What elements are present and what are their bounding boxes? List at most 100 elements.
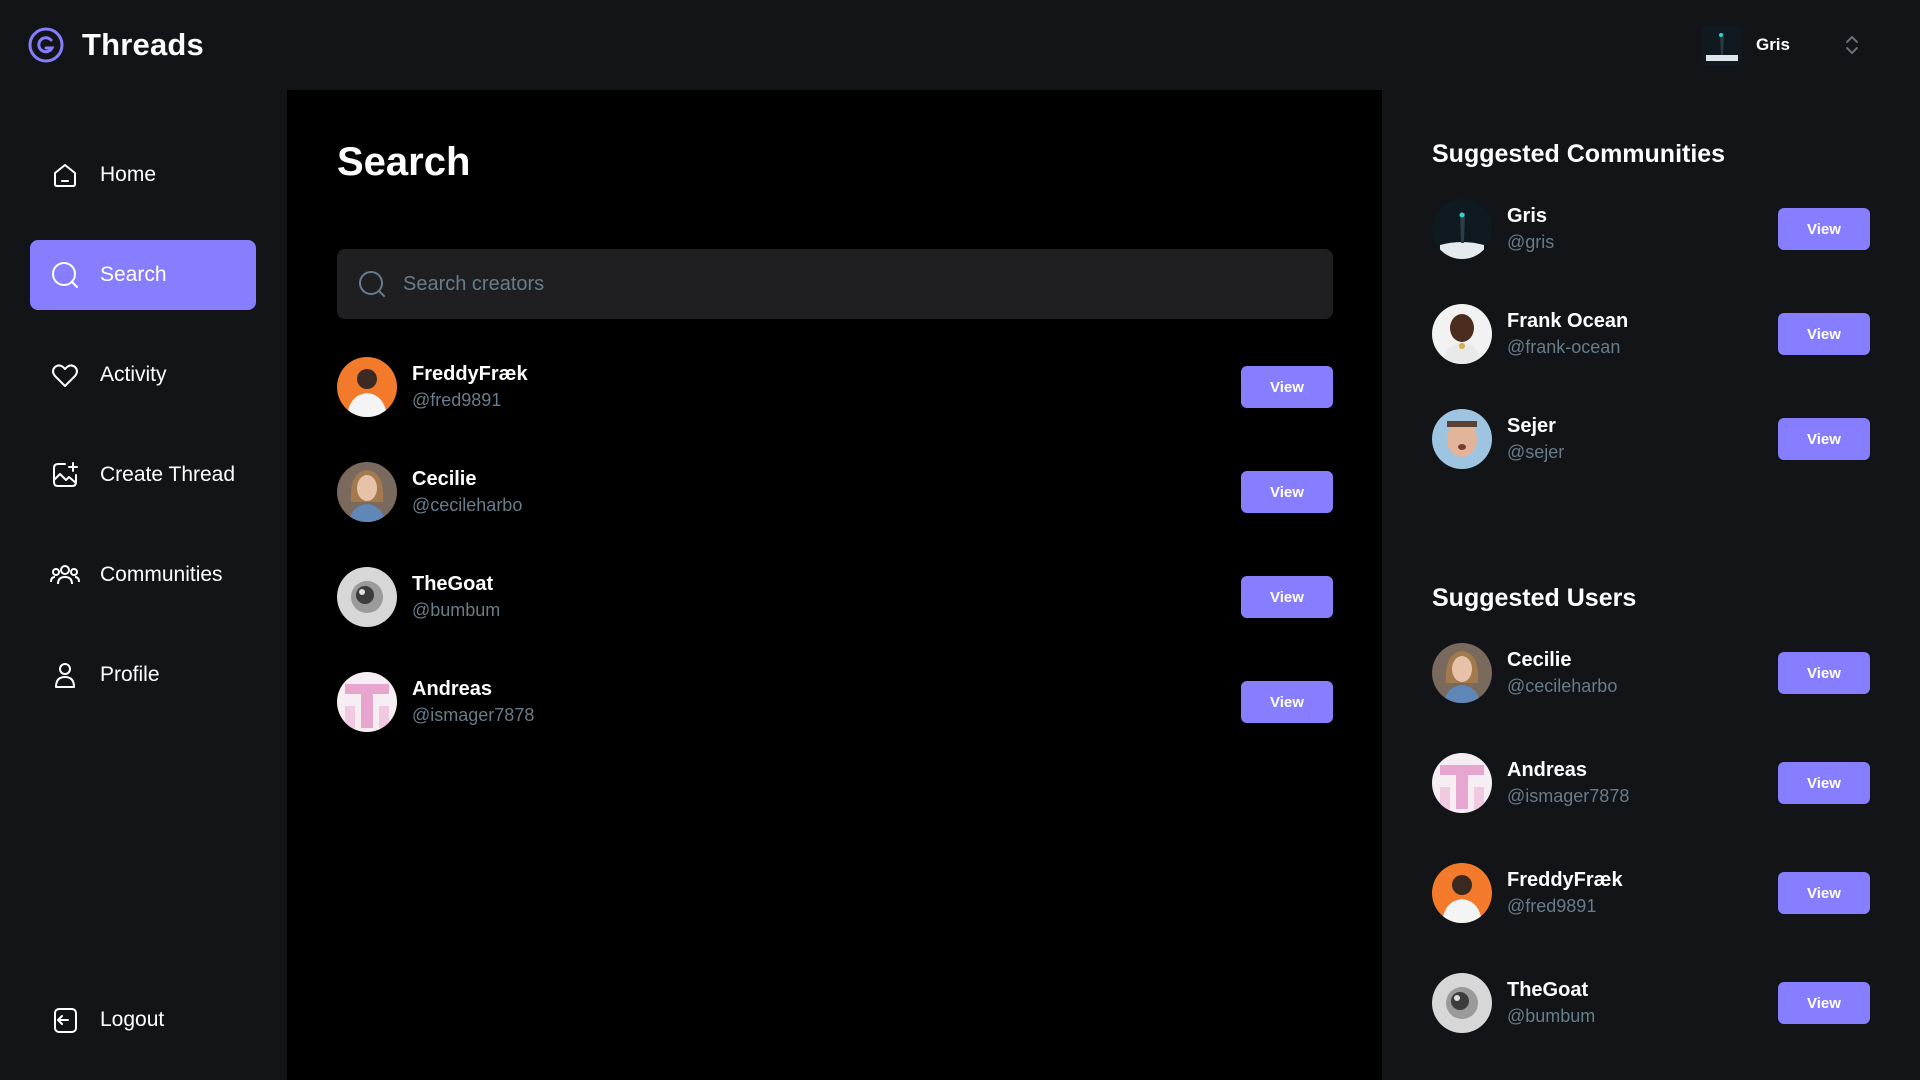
communities-icon — [50, 565, 80, 585]
nav-item-communities[interactable]: Communities — [30, 540, 256, 610]
result-row: Cecilie @cecileharbo View — [337, 462, 1333, 522]
avatar — [337, 357, 397, 417]
main-content: Search FreddyFræk @fred9891 View — [287, 90, 1382, 1080]
avatar — [1432, 643, 1492, 703]
view-button[interactable]: View — [1241, 471, 1333, 513]
user-handle: @ismager7878 — [1507, 786, 1630, 806]
suggested-users-list: Cecilie @cecileharbo View Andreas @ismag… — [1432, 643, 1870, 1033]
right-sidebar: Suggested Communities Gris @gris View Fr… — [1382, 90, 1920, 1080]
person-name: Andreas — [412, 678, 493, 700]
view-button[interactable]: View — [1778, 762, 1870, 804]
person-handle: @bumbum — [412, 600, 501, 620]
user-row: FreddyFræk @fred9891 View — [1432, 863, 1870, 923]
view-button[interactable]: View — [1778, 313, 1870, 355]
avatar — [1432, 304, 1492, 364]
community-info[interactable]: Sejer @sejer — [1432, 409, 1564, 469]
result-row: Andreas @ismager7878 View — [337, 672, 1333, 732]
person-name: Cecilie — [412, 468, 477, 490]
person-info[interactable]: FreddyFræk @fred9891 — [337, 357, 528, 417]
community-row: Frank Ocean @frank-ocean View — [1432, 304, 1870, 364]
person-handle: @ismager7878 — [412, 705, 535, 725]
suggested-communities-list: Gris @gris View Frank Ocean @frank-ocean — [1432, 199, 1870, 469]
user-info[interactable]: TheGoat @bumbum — [1432, 973, 1595, 1033]
logout-icon — [54, 1008, 77, 1033]
chevron-up-down-icon[interactable] — [1844, 32, 1860, 58]
community-row: Gris @gris View — [1432, 199, 1870, 259]
search-icon — [52, 262, 78, 288]
avatar — [337, 672, 397, 732]
user-info[interactable]: Andreas @ismager7878 — [1432, 753, 1629, 813]
suggested-users-title: Suggested Users — [1432, 584, 1637, 612]
person-info[interactable]: TheGoat @bumbum — [337, 567, 500, 627]
user-name: Andreas — [1507, 759, 1588, 781]
home-icon — [54, 164, 76, 187]
view-button[interactable]: View — [1778, 208, 1870, 250]
profile-icon — [55, 663, 75, 688]
community-row: Sejer @sejer View — [1432, 409, 1870, 469]
person-info[interactable]: Cecilie @cecileharbo — [337, 462, 522, 522]
user-info[interactable]: Cecilie @cecileharbo — [1432, 643, 1617, 703]
nav-item-label: Activity — [100, 363, 167, 386]
community-name: Gris — [1507, 205, 1548, 227]
nav-item-activity[interactable]: Activity — [30, 340, 256, 410]
person-handle: @fred9891 — [412, 390, 502, 410]
nav-item-label: Home — [100, 163, 157, 186]
user-name: TheGoat — [1507, 979, 1589, 1001]
view-button[interactable]: View — [1778, 418, 1870, 460]
nav-item-logout[interactable]: Logout — [30, 985, 256, 1055]
person-info[interactable]: Andreas @ismager7878 — [337, 672, 534, 732]
search-input[interactable] — [403, 272, 1303, 296]
view-button[interactable]: View — [1241, 366, 1333, 408]
search-results: FreddyFræk @fred9891 View Cecilie @cecil… — [337, 357, 1333, 732]
user-handle: @bumbum — [1507, 1006, 1596, 1026]
avatar — [1432, 753, 1492, 813]
avatar — [337, 567, 397, 627]
user-info[interactable]: FreddyFræk @fred9891 — [1432, 863, 1623, 923]
left-sidebar: Home Search Activity Create Thread Commu… — [0, 90, 287, 1080]
user-name: Cecilie — [1507, 649, 1572, 671]
nav-item-home[interactable]: Home — [30, 140, 256, 210]
community-info[interactable]: Frank Ocean @frank-ocean — [1432, 304, 1628, 364]
view-button[interactable]: View — [1241, 576, 1333, 618]
nav-item-label: Search — [100, 263, 167, 286]
page-title: Search — [337, 140, 471, 184]
search-icon — [359, 271, 385, 297]
user-handle: @cecileharbo — [1507, 676, 1618, 696]
account-avatar — [1701, 25, 1742, 65]
nav-item-label: Logout — [100, 1008, 165, 1031]
brand[interactable]: Threads — [28, 27, 204, 63]
heart-icon — [52, 364, 78, 387]
create-thread-icon — [53, 462, 78, 487]
suggested-communities-title: Suggested Communities — [1432, 140, 1726, 168]
nav-item-label: Create Thread — [100, 463, 236, 486]
user-row: Cecilie @cecileharbo View — [1432, 643, 1870, 703]
person-name: FreddyFræk — [412, 363, 528, 385]
threads-logo-icon — [28, 27, 64, 63]
avatar — [1432, 199, 1492, 259]
view-button[interactable]: View — [1778, 982, 1870, 1024]
nav-item-create-thread[interactable]: Create Thread — [30, 440, 256, 510]
nav-item-label: Communities — [100, 563, 223, 586]
nav-item-label: Profile — [100, 663, 160, 686]
community-handle: @sejer — [1507, 442, 1565, 462]
community-handle: @gris — [1507, 232, 1555, 252]
view-button[interactable]: View — [1778, 872, 1870, 914]
nav-item-search[interactable]: Search — [30, 240, 256, 310]
account-switcher[interactable]: Gris — [1701, 25, 1880, 65]
user-row: Andreas @ismager7878 View — [1432, 753, 1870, 813]
community-info[interactable]: Gris @gris — [1432, 199, 1554, 259]
result-row: TheGoat @bumbum View — [337, 567, 1333, 627]
account-name: Gris — [1755, 35, 1790, 54]
search-bar[interactable] — [337, 249, 1333, 319]
nav-item-profile[interactable]: Profile — [30, 640, 256, 710]
community-handle: @frank-ocean — [1507, 337, 1621, 357]
avatar — [1432, 863, 1492, 923]
community-name: Sejer — [1507, 415, 1556, 437]
user-handle: @fred9891 — [1507, 896, 1597, 916]
avatar — [1432, 973, 1492, 1033]
view-button[interactable]: View — [1778, 652, 1870, 694]
view-button[interactable]: View — [1241, 681, 1333, 723]
top-bar: Threads Gris — [0, 0, 1920, 90]
avatar — [1432, 409, 1492, 469]
